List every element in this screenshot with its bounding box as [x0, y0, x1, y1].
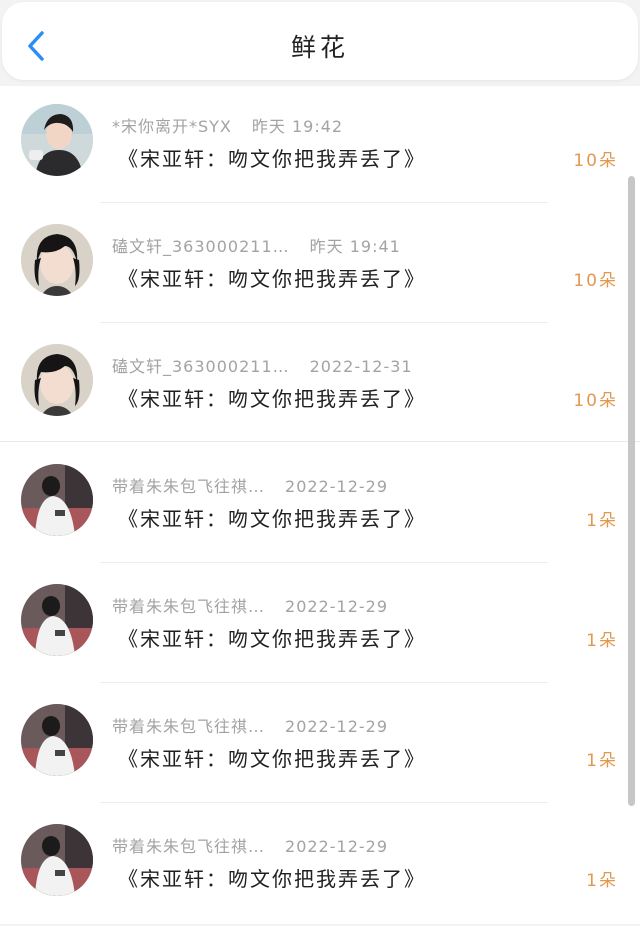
list-item[interactable]: 磕文轩_363000211… 昨天 19:41 《宋亚轩：吻文你把我弄丢了》 10…	[0, 206, 640, 326]
timestamp: 昨天 19:41	[309, 237, 401, 256]
scrollbar[interactable]	[628, 176, 635, 806]
item-meta: 带着朱朱包飞往祺… 2022-12-29	[112, 473, 388, 497]
item-meta: *宋你离开*SYX 昨天 19:42	[112, 113, 343, 137]
page-title: 鲜花	[290, 33, 349, 62]
list-item[interactable]: 带着朱朱包飞往祺… 2022-12-29 《宋亚轩：吻文你把我弄丢了》 1朵	[0, 566, 640, 686]
gift-message: 《宋亚轩：吻文你把我弄丢了》	[118, 867, 426, 891]
divider	[0, 441, 640, 442]
item-meta: 带着朱朱包飞往祺… 2022-12-29	[112, 833, 388, 857]
timestamp: 昨天 19:42	[251, 117, 344, 136]
divider	[100, 562, 548, 563]
top-nav-bar: 鲜花	[2, 2, 638, 80]
user-avatar[interactable]	[21, 704, 93, 776]
gift-message: 《宋亚轩：吻文你把我弄丢了》	[118, 387, 426, 411]
user-avatar[interactable]	[21, 344, 93, 416]
divider	[100, 682, 548, 683]
gift-message: 《宋亚轩：吻文你把我弄丢了》	[118, 627, 426, 651]
gift-message: 《宋亚轩：吻文你把我弄丢了》	[118, 267, 426, 291]
username[interactable]: 磕文轩_363000211…	[112, 357, 290, 376]
item-meta: 带着朱朱包飞往祺… 2022-12-29	[112, 713, 388, 737]
divider	[100, 802, 548, 803]
item-meta: 磕文轩_363000211… 昨天 19:41	[112, 233, 401, 257]
timestamp: 2022-12-29	[285, 837, 388, 856]
list-item[interactable]: 磕文轩_363000211… 2022-12-31 《宋亚轩：吻文你把我弄丢了》 …	[0, 326, 640, 446]
list-item[interactable]: 带着朱朱包飞往祺… 2022-12-29 《宋亚轩：吻文你把我弄丢了》 1朵	[0, 806, 640, 926]
gift-message: 《宋亚轩：吻文你把我弄丢了》	[118, 507, 426, 531]
item-meta: 磕文轩_363000211… 2022-12-31	[112, 353, 413, 377]
timestamp: 2022-12-29	[285, 597, 388, 616]
flower-count: 10朵	[573, 391, 618, 411]
user-avatar[interactable]	[21, 464, 93, 536]
flower-count: 10朵	[573, 271, 618, 291]
gift-message: 《宋亚轩：吻文你把我弄丢了》	[118, 147, 426, 171]
user-avatar[interactable]	[21, 584, 93, 656]
username[interactable]: 带着朱朱包飞往祺…	[112, 837, 265, 856]
flower-count: 1朵	[586, 631, 618, 651]
user-avatar[interactable]	[21, 104, 93, 176]
divider	[100, 322, 548, 323]
timestamp: 2022-12-29	[285, 477, 388, 496]
timestamp: 2022-12-31	[309, 357, 413, 376]
username[interactable]: 带着朱朱包飞往祺…	[112, 477, 265, 496]
user-avatar[interactable]	[21, 824, 93, 896]
divider	[100, 202, 548, 203]
timestamp: 2022-12-29	[285, 717, 388, 736]
list-item[interactable]: 带着朱朱包飞往祺… 2022-12-29 《宋亚轩：吻文你把我弄丢了》 1朵	[0, 686, 640, 806]
username[interactable]: 磕文轩_363000211…	[112, 237, 290, 256]
user-avatar[interactable]	[21, 224, 93, 296]
username[interactable]: *宋你离开*SYX	[112, 117, 232, 136]
flower-count: 10朵	[573, 151, 618, 171]
flower-count: 1朵	[586, 871, 618, 891]
flower-count: 1朵	[586, 511, 618, 531]
flower-count: 1朵	[586, 751, 618, 771]
list-item[interactable]: 带着朱朱包飞往祺… 2022-12-29 《宋亚轩：吻文你把我弄丢了》 1朵	[0, 446, 640, 566]
username[interactable]: 带着朱朱包飞往祺…	[112, 717, 265, 736]
username[interactable]: 带着朱朱包飞往祺…	[112, 597, 265, 616]
gift-message: 《宋亚轩：吻文你把我弄丢了》	[118, 747, 426, 771]
list-item[interactable]: *宋你离开*SYX 昨天 19:42 《宋亚轩：吻文你把我弄丢了》 10朵	[0, 86, 640, 206]
item-meta: 带着朱朱包飞往祺… 2022-12-29	[112, 593, 388, 617]
flower-gift-list: *宋你离开*SYX 昨天 19:42 《宋亚轩：吻文你把我弄丢了》 10朵 磕文轩…	[0, 86, 640, 924]
